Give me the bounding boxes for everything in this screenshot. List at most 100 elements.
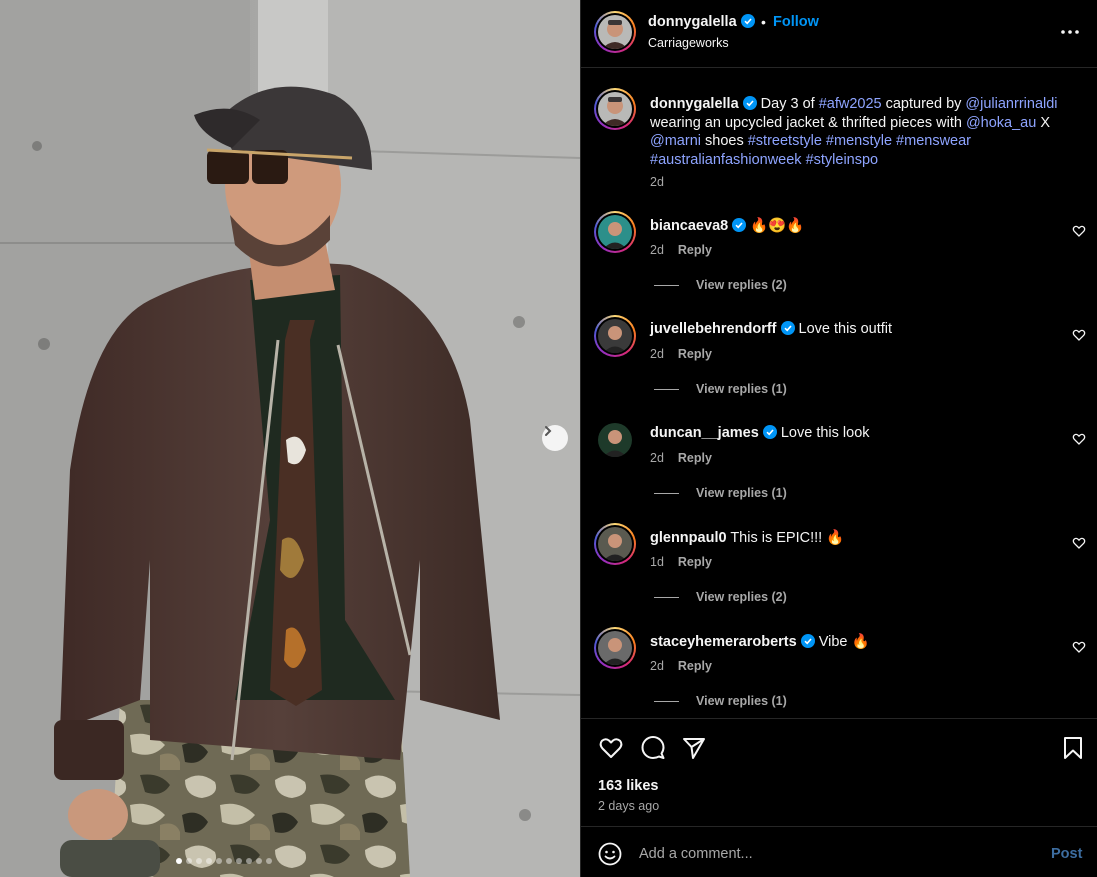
comment-meta: 2d Reply: [650, 347, 712, 361]
comment-input[interactable]: [639, 842, 1029, 866]
comment-icon[interactable]: [640, 735, 666, 761]
caption-text-segment: shoes: [700, 133, 748, 150]
comment-body: Vibe 🔥: [818, 634, 870, 650]
comment-meta: 2d Reply: [650, 243, 712, 257]
comment-meta: 2d Reply: [650, 659, 712, 673]
comment-text: glennpaul0 This is EPIC!!! 🔥: [650, 529, 844, 546]
comment-time: 2d: [650, 243, 664, 257]
caption-link[interactable]: #styleinspo: [806, 152, 879, 168]
post-actions: 163 likes 2 days ago: [581, 718, 1097, 826]
verified-badge-icon: [762, 425, 777, 439]
replies-divider: [654, 388, 679, 390]
comment-time: 2d: [650, 659, 664, 673]
verified-badge-icon: [742, 96, 757, 110]
view-replies-label[interactable]: View replies (2): [696, 590, 787, 604]
heart-icon[interactable]: [598, 735, 624, 761]
comment-text: biancaeva8 🔥😍🔥: [650, 217, 804, 234]
caption-username[interactable]: donnygalella: [650, 96, 739, 112]
commenter-avatar[interactable]: [594, 419, 636, 461]
reply-button[interactable]: Reply: [678, 555, 712, 569]
bookmark-icon[interactable]: [1060, 735, 1086, 761]
reply-button[interactable]: Reply: [678, 243, 712, 257]
caption-text-segment: Day 3 of: [760, 96, 819, 112]
author-username-text[interactable]: donnygalella: [648, 14, 737, 30]
caption-link[interactable]: @julianrrinaldi: [965, 96, 1057, 112]
comment-body: This is EPIC!!! 🔥: [730, 530, 845, 546]
heart-icon[interactable]: [1072, 640, 1086, 654]
heart-icon[interactable]: [1072, 328, 1086, 342]
caption-link[interactable]: #menstyle: [826, 133, 892, 149]
caption-link[interactable]: #streetstyle: [748, 133, 822, 149]
comment-body: Love this look: [780, 425, 870, 441]
verified-badge-icon: [800, 634, 815, 648]
post-date: 2 days ago: [598, 799, 660, 813]
view-replies-label[interactable]: View replies (1): [696, 382, 787, 396]
commenter-avatar[interactable]: [594, 211, 636, 253]
carousel-dot: [266, 858, 272, 864]
caption-text-segment: wearing an upcycled jacket & thrifted pi…: [650, 114, 966, 131]
view-replies-label[interactable]: View replies (1): [696, 694, 787, 708]
carousel-dot: [196, 858, 202, 864]
post-header: donnygalella • Follow Carriageworks: [581, 0, 1097, 68]
view-replies-button[interactable]: View replies (1): [654, 382, 787, 396]
comment-item: staceyhemeraroberts Vibe 🔥 2d Reply View re…: [594, 627, 1094, 718]
carousel-dot: [176, 858, 182, 864]
comment-body: Love this outfit: [798, 321, 893, 337]
commenter-avatar[interactable]: [594, 523, 636, 565]
view-replies-label[interactable]: View replies (1): [696, 486, 787, 500]
carousel-dot: [206, 858, 212, 864]
commenter-username[interactable]: juvellebehrendorff: [650, 321, 777, 337]
reply-button[interactable]: Reply: [678, 347, 712, 361]
comment-body: 🔥😍🔥: [750, 218, 805, 234]
view-replies-label[interactable]: View replies (2): [696, 278, 787, 292]
carousel-dot: [246, 858, 252, 864]
reply-button[interactable]: Reply: [678, 451, 712, 465]
commenter-username[interactable]: duncan__james: [650, 425, 759, 441]
carousel-next-button[interactable]: [542, 425, 568, 451]
post-comment-button[interactable]: Post: [1051, 846, 1082, 862]
caption-link[interactable]: #afw2025: [819, 96, 882, 112]
view-replies-button[interactable]: View replies (1): [654, 486, 787, 500]
more-horizontal-icon[interactable]: [1057, 22, 1083, 42]
heart-icon[interactable]: [1072, 536, 1086, 550]
caption-avatar[interactable]: [594, 88, 636, 130]
caption-link[interactable]: @hoka_au: [966, 115, 1036, 131]
author-username[interactable]: donnygalella: [648, 14, 755, 30]
post-detail-panel: donnygalella • Follow Carriageworks donn…: [580, 0, 1097, 877]
commenter-username[interactable]: staceyhemeraroberts: [650, 634, 797, 650]
comment-time: 2d: [650, 451, 664, 465]
comment-meta: 1d Reply: [650, 555, 712, 569]
add-comment-bar: Post: [581, 826, 1097, 877]
carousel-dot: [186, 858, 192, 864]
replies-divider: [654, 700, 679, 702]
follow-button[interactable]: Follow: [773, 14, 819, 30]
commenter-avatar[interactable]: [594, 315, 636, 357]
photo-illustration: [0, 0, 580, 877]
view-replies-button[interactable]: View replies (1): [654, 694, 787, 708]
carousel-dot: [226, 858, 232, 864]
post-location[interactable]: Carriageworks: [648, 36, 729, 50]
reply-button[interactable]: Reply: [678, 659, 712, 673]
emoji-icon[interactable]: [598, 842, 622, 866]
caption-text-segment: captured by: [881, 96, 966, 112]
view-replies-button[interactable]: View replies (2): [654, 590, 787, 604]
comment-item: juvellebehrendorff Love this outfit 2d Rep…: [594, 315, 1094, 419]
verified-badge-icon: [780, 321, 795, 335]
likes-count[interactable]: 163 likes: [598, 778, 658, 794]
heart-icon[interactable]: [1072, 432, 1086, 446]
chevron-right-icon: [545, 426, 552, 436]
send-icon[interactable]: [681, 735, 707, 761]
commenter-avatar[interactable]: [594, 627, 636, 669]
author-avatar[interactable]: [594, 11, 636, 53]
commenter-username[interactable]: glennpaul0: [650, 530, 727, 546]
caption-link[interactable]: #menswear: [896, 133, 971, 149]
comment-text: juvellebehrendorff Love this outfit: [650, 321, 892, 337]
replies-divider: [654, 596, 679, 598]
comment-item: glennpaul0 This is EPIC!!! 🔥 1d Reply View …: [594, 523, 1094, 627]
heart-icon[interactable]: [1072, 224, 1086, 238]
commenter-username[interactable]: biancaeva8: [650, 218, 728, 234]
caption-link[interactable]: #australianfashionweek: [650, 152, 802, 168]
view-replies-button[interactable]: View replies (2): [654, 278, 787, 292]
caption-link[interactable]: @marni: [650, 133, 701, 149]
comments-list[interactable]: donnygalella Day 3 of #afw2025 captured …: [581, 69, 1097, 718]
